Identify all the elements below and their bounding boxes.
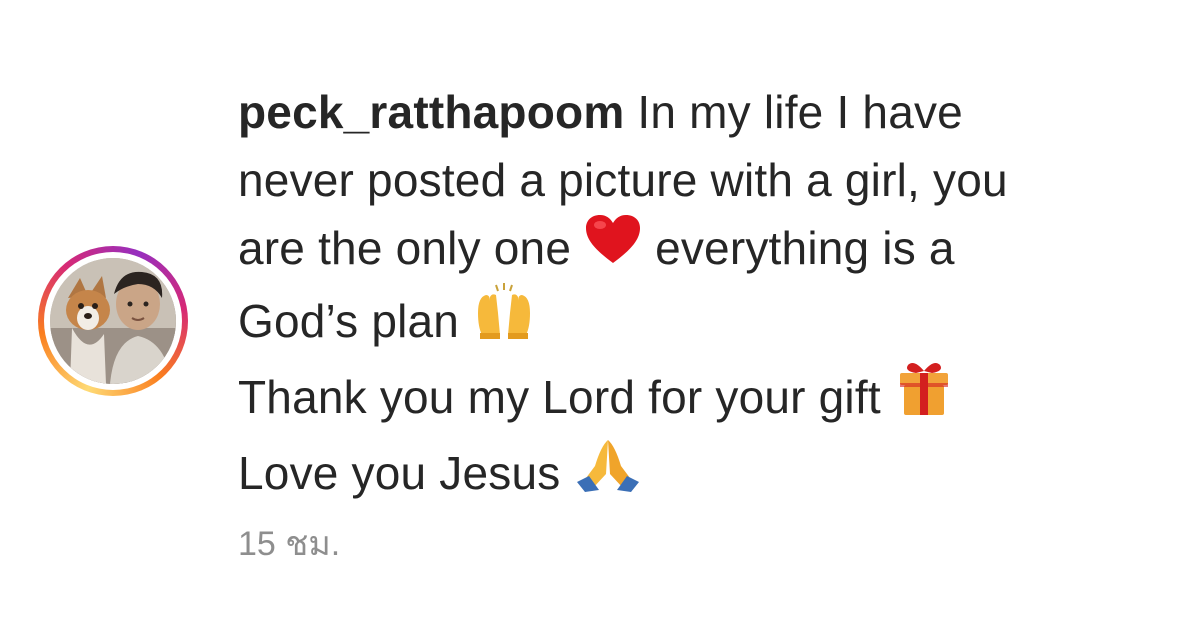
comment-line-1: peck_ratthapoom In my life I have xyxy=(238,78,1158,146)
wrapped-gift-icon xyxy=(894,359,954,435)
comment-text: God’s plan xyxy=(238,295,460,347)
avatar[interactable] xyxy=(50,258,176,384)
avatar-photo-icon xyxy=(50,258,176,384)
comment-text: everything is a xyxy=(655,222,955,274)
comment-line-2: never posted a picture with a girl, you xyxy=(238,154,1008,206)
comment-body: peck_ratthapoom In my life I have never … xyxy=(238,78,1158,514)
raising-hands-icon xyxy=(472,282,536,359)
comment-line-6: Love you Jesus xyxy=(238,439,1158,514)
comment-text: Thank you my Lord for your gift xyxy=(238,371,881,423)
comment-line-4: God’s plan xyxy=(238,282,1158,363)
folded-hands-icon xyxy=(573,436,643,510)
username-link[interactable]: peck_ratthapoom xyxy=(238,86,624,138)
comment-screenshot: peck_ratthapoom In my life I have never … xyxy=(0,0,1200,617)
comment-text: Love you Jesus xyxy=(238,446,561,499)
comment-line-5: Thank you my Lord for your gift xyxy=(238,362,1158,439)
red-heart-icon xyxy=(584,213,642,283)
comment-text: In my life I have xyxy=(637,86,963,138)
comment-line-3: are the only one everything is a xyxy=(238,214,1158,287)
timestamp: 15 ชม. xyxy=(238,525,341,563)
avatar-gap xyxy=(44,252,182,390)
comment-text: are the only one xyxy=(238,222,572,274)
story-ring[interactable] xyxy=(38,246,188,396)
